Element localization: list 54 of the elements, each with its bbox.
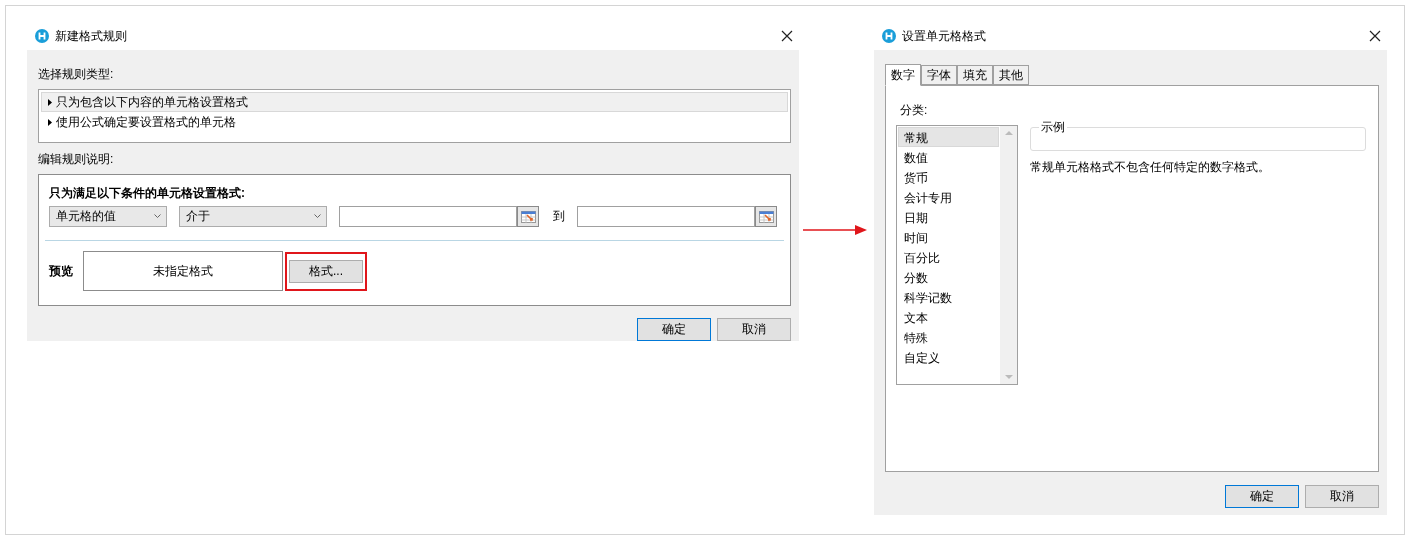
chevron-down-icon (314, 214, 321, 219)
table-icon (758, 210, 774, 223)
category-item[interactable]: 特殊 (898, 327, 999, 347)
category-item[interactable]: 会计专用 (898, 187, 999, 207)
window-title: 设置单元格格式 (902, 27, 987, 45)
to-label: 到 (553, 208, 565, 225)
tab[interactable]: 字体 (921, 65, 957, 85)
tab[interactable]: 其他 (993, 65, 1029, 85)
scrollbar[interactable] (1000, 126, 1017, 384)
triangle-right-icon (48, 118, 52, 126)
category-item[interactable]: 数值 (898, 147, 999, 167)
input-field[interactable] (577, 206, 755, 227)
category-item[interactable]: 分数 (898, 267, 999, 287)
category-item[interactable]: 百分比 (898, 247, 999, 267)
category-item[interactable]: 常规 (898, 127, 999, 147)
format-button[interactable]: 格式... (289, 259, 363, 283)
table-icon (520, 210, 536, 223)
category-item[interactable]: 科学记数 (898, 287, 999, 307)
section-label: 编辑规则说明: (38, 151, 115, 168)
cell-reference-button[interactable] (755, 206, 777, 227)
operator-dropdown[interactable]: 介于 (179, 206, 327, 227)
section-label: 选择规则类型: (38, 66, 115, 83)
category-item[interactable]: 时间 (898, 227, 999, 247)
close-icon[interactable] (781, 30, 793, 42)
app-logo-icon (35, 29, 49, 43)
scroll-up-icon[interactable] (1004, 131, 1013, 135)
app-logo-icon (882, 29, 896, 43)
sample-legend: 示例 (1039, 119, 1067, 136)
input-field[interactable] (339, 206, 517, 227)
category-item[interactable]: 货币 (898, 167, 999, 187)
rule-type-item[interactable]: 只为包含以下内容的单元格设置格式 (41, 92, 788, 112)
value-dropdown[interactable]: 单元格的值 (49, 206, 167, 227)
chevron-down-icon (154, 214, 161, 219)
scroll-down-icon[interactable] (1004, 375, 1013, 379)
tab[interactable]: 填充 (957, 65, 993, 85)
triangle-right-icon (48, 98, 52, 106)
category-item[interactable]: 自定义 (898, 347, 999, 367)
cell-reference-button[interactable] (517, 206, 539, 227)
window-title: 新建格式规则 (55, 27, 128, 45)
arrow-icon (803, 224, 867, 236)
rule-type-item[interactable]: 使用公式确定要设置格式的单元格 (41, 112, 788, 132)
dialog-button[interactable]: 确定 (637, 318, 711, 341)
close-icon[interactable] (1369, 30, 1381, 42)
category-item[interactable]: 文本 (898, 307, 999, 327)
dialog-button[interactable]: 取消 (1305, 485, 1379, 508)
preview-box: 未指定格式 (83, 251, 283, 291)
category-item[interactable]: 日期 (898, 207, 999, 227)
dialog-button[interactable]: 确定 (1225, 485, 1299, 508)
condition-label: 只为满足以下条件的单元格设置格式: (49, 185, 246, 202)
format-description: 常规单元格格式不包含任何特定的数字格式。 (1030, 159, 1271, 176)
tab[interactable]: 数字 (885, 64, 921, 86)
category-label: 分类: (900, 102, 929, 119)
preview-label: 预览 (49, 262, 74, 280)
dialog-button[interactable]: 取消 (717, 318, 791, 341)
